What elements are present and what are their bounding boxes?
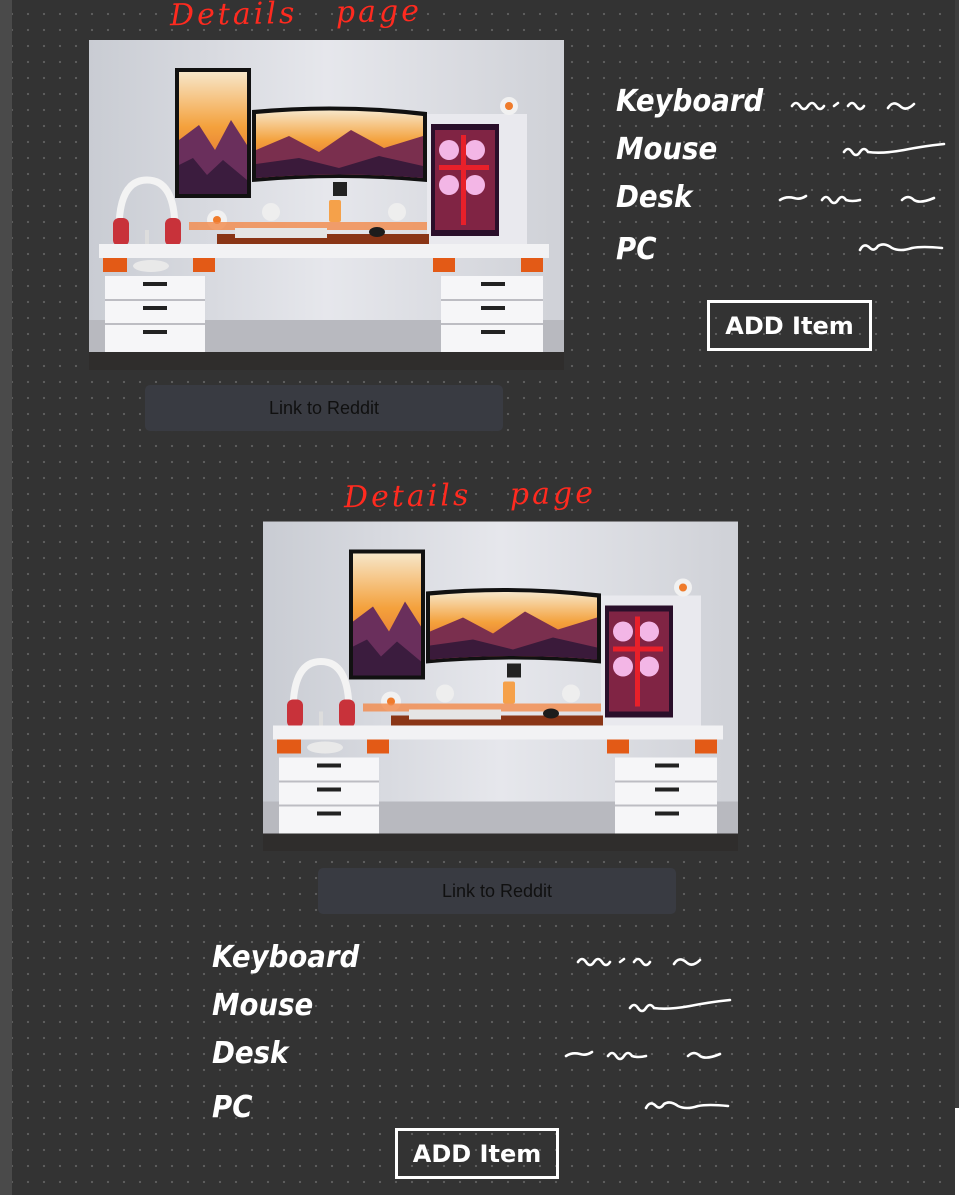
corner-edge [955,1108,959,1195]
whiteboard-canvas: Details page Link to Reddit Keyboard Mou… [0,0,959,1195]
spec-row-pc: PC [212,1090,742,1130]
layout-b-link-to-reddit-button[interactable]: Link to Reddit [318,868,676,914]
spec-label: PC [212,1090,253,1125]
layout-a-spec-list: Keyboard Mouse Desk PC [616,84,951,284]
layout-b-title: Details page [343,475,597,516]
scribble-value [644,1101,730,1110]
spec-label: Mouse [616,132,718,167]
spec-label: Keyboard [616,84,764,119]
layout-a-desk-photo [89,40,564,352]
scribble-value [778,194,936,205]
scribble-value [564,1050,722,1061]
scribble-value [842,142,946,157]
spec-row-desk: Desk [212,1036,742,1076]
spec-row-desk: Desk [616,180,951,220]
spec-row-mouse: Mouse [616,132,951,172]
layout-a-link-to-reddit-button[interactable]: Link to Reddit [145,385,503,431]
spec-row-mouse: Mouse [212,988,742,1028]
spec-label: Desk [616,180,693,215]
scribble-value [628,998,732,1013]
spec-label: Keyboard [212,940,360,975]
spec-label: Mouse [212,988,314,1023]
scribble-value [790,101,916,111]
spec-row-keyboard: Keyboard [212,940,742,980]
scribble-value [858,243,944,252]
left-rail [0,0,12,1195]
layout-a-title: Details page [169,0,423,34]
right-rail [955,0,959,1195]
layout-b-spec-list: Keyboard Mouse Desk PC [212,940,742,1140]
layout-a-add-item-button[interactable]: ADD Item [707,300,872,351]
layout-b-add-item-button[interactable]: ADD Item [395,1128,559,1179]
spec-row-pc: PC [616,232,951,272]
spec-label: Desk [212,1036,289,1071]
scribble-value [576,957,702,967]
layout-b-desk-photo [263,521,738,834]
spec-row-keyboard: Keyboard [616,84,951,124]
spec-label: PC [616,232,657,267]
